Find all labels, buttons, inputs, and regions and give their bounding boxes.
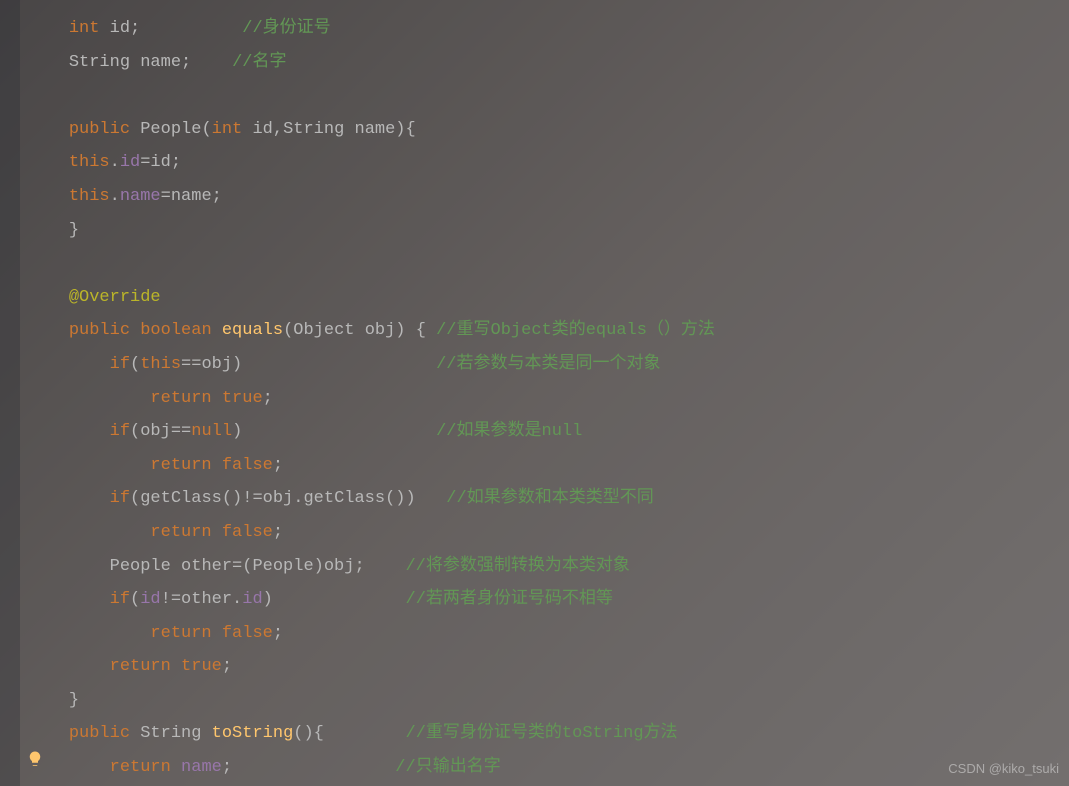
identifier: name; — [130, 53, 191, 72]
keyword: this — [140, 355, 181, 374]
keyword: null — [191, 422, 232, 441]
keyword: int — [69, 19, 100, 38]
method-name: equals — [222, 321, 283, 340]
keyword: public — [69, 321, 130, 340]
annotation: @Override — [69, 288, 161, 307]
code-line: public String toString(){ //重写身份证号类的toSt… — [20, 717, 1069, 751]
code-line: if(id!=other.id) //若两者身份证号码不相等 — [20, 583, 1069, 617]
keyword: return — [150, 389, 211, 408]
code-line: } — [20, 684, 1069, 718]
keyword: if — [110, 355, 130, 374]
code-line: int id; //身份证号 — [20, 12, 1069, 46]
watermark: CSDN @kiko_tsuki — [948, 761, 1059, 776]
comment: //只输出名字 — [395, 758, 500, 777]
code-editor[interactable]: int id; //身份证号 String name; //名字 public … — [0, 0, 1069, 786]
keyword: if — [110, 489, 130, 508]
code-line: return true; — [20, 650, 1069, 684]
comment: //如果参数和本类类型不同 — [446, 489, 653, 508]
keyword: return — [150, 624, 211, 643]
keyword: true — [181, 657, 222, 676]
code-line: this.name=name; — [20, 180, 1069, 214]
class-name: People — [140, 120, 201, 139]
code-line: return name; //只输出名字 — [20, 751, 1069, 785]
keyword: false — [222, 456, 273, 475]
comment: //将参数强制转换为本类对象 — [405, 557, 629, 576]
keyword: public — [69, 120, 130, 139]
keyword: boolean — [140, 321, 211, 340]
code-line: return false; — [20, 449, 1069, 483]
keyword: if — [110, 590, 130, 609]
field: name — [181, 758, 222, 777]
method-name: toString — [212, 724, 294, 743]
intention-bulb-icon[interactable] — [26, 750, 44, 768]
identifier: id; — [99, 19, 140, 38]
type: String — [69, 53, 130, 72]
comment: //重写Object类的equals（）方法 — [436, 321, 715, 340]
keyword: this — [69, 187, 110, 206]
keyword: return — [150, 523, 211, 542]
code-line: if(getClass()!=obj.getClass()) //如果参数和本类… — [20, 482, 1069, 516]
brace: } — [69, 691, 79, 710]
code-line: public People(int id,String name){ — [20, 113, 1069, 147]
keyword: if — [110, 422, 130, 441]
comment: //身份证号 — [242, 19, 330, 38]
code-line — [20, 79, 1069, 113]
field: id — [242, 590, 262, 609]
field: id — [140, 590, 160, 609]
field: name — [120, 187, 161, 206]
keyword: public — [69, 724, 130, 743]
code-line: if(obj==null) //如果参数是null — [20, 415, 1069, 449]
comment: //名字 — [232, 53, 286, 72]
code-line: } — [20, 214, 1069, 248]
gutter — [0, 0, 20, 786]
code-line — [20, 247, 1069, 281]
code-line: @Override — [20, 281, 1069, 315]
keyword: this — [69, 153, 110, 172]
code-line: String name; //名字 — [20, 46, 1069, 80]
keyword: true — [222, 389, 263, 408]
keyword: false — [222, 523, 273, 542]
keyword: return — [110, 657, 171, 676]
keyword: return — [110, 758, 171, 777]
comment: //若两者身份证号码不相等 — [406, 590, 613, 609]
type: String — [283, 120, 344, 139]
comment: //如果参数是null — [436, 422, 582, 441]
code-line: this.id=id; — [20, 146, 1069, 180]
keyword: int — [212, 120, 243, 139]
code-line: return false; — [20, 617, 1069, 651]
code-line: if(this==obj) //若参数与本类是同一个对象 — [20, 348, 1069, 382]
field: id — [120, 153, 140, 172]
keyword: false — [222, 624, 273, 643]
brace: } — [69, 221, 79, 240]
code-line: return true; — [20, 382, 1069, 416]
code-line: return false; — [20, 516, 1069, 550]
type: String — [140, 724, 201, 743]
comment: //若参数与本类是同一个对象 — [436, 355, 660, 374]
code-line: public boolean equals(Object obj) { //重写… — [20, 314, 1069, 348]
keyword: return — [150, 456, 211, 475]
code-line: People other=(People)obj; //将参数强制转换为本类对象 — [20, 550, 1069, 584]
comment: //重写身份证号类的toString方法 — [406, 724, 678, 743]
code-area[interactable]: int id; //身份证号 String name; //名字 public … — [20, 0, 1069, 785]
